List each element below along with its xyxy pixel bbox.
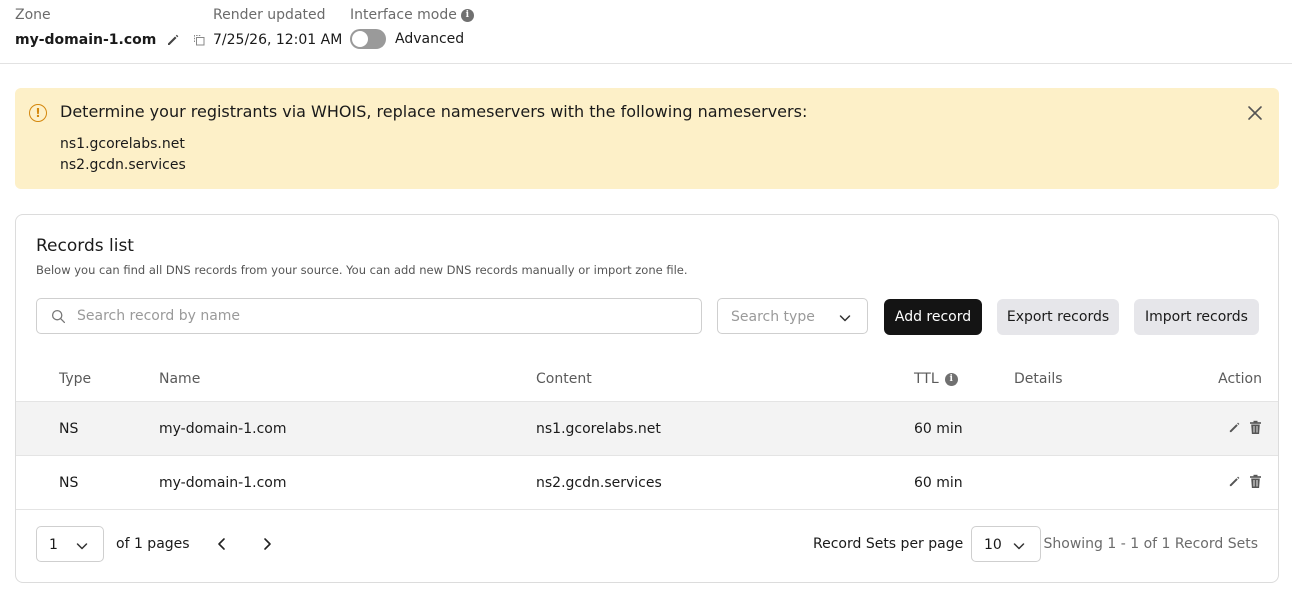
edit-icon[interactable] <box>1228 475 1241 488</box>
chevron-down-icon <box>75 538 89 557</box>
info-icon[interactable]: i <box>944 372 958 386</box>
add-record-button[interactable]: Add record <box>884 299 982 335</box>
record-type: NS <box>59 421 79 437</box>
table-row: NS my-domain-1.com ns1.gcorelabs.net 60 … <box>16 401 1278 455</box>
mode-block: Interface mode i Advanced <box>350 6 474 49</box>
trash-icon[interactable] <box>1249 474 1262 489</box>
page-select-value: 1 <box>49 537 58 553</box>
zone-name: my-domain-1.com <box>15 32 157 48</box>
records-title: Records list <box>36 236 134 256</box>
search-type-select[interactable]: Search type <box>717 298 868 334</box>
column-header-details: Details <box>1014 371 1063 387</box>
records-subtitle: Below you can find all DNS records from … <box>36 263 688 277</box>
chevron-down-icon <box>838 310 852 329</box>
nameserver-warning-banner: ! Determine your registrants via WHOIS, … <box>15 88 1279 189</box>
record-content: ns1.gcorelabs.net <box>536 421 661 437</box>
column-header-ttl: TTL i <box>914 370 958 388</box>
mode-value: Advanced <box>395 31 465 47</box>
column-header-name: Name <box>159 371 201 387</box>
per-page-label: Record Sets per page <box>813 536 964 552</box>
search-icon <box>51 309 66 328</box>
info-icon[interactable]: i <box>460 8 474 22</box>
warning-icon: ! <box>29 104 47 122</box>
edit-icon[interactable] <box>166 33 180 47</box>
showing-summary: Showing 1 - 1 of 1 Record Sets <box>1043 536 1259 552</box>
import-records-button[interactable]: Import records <box>1134 299 1259 335</box>
interface-mode-toggle[interactable] <box>350 29 386 49</box>
toggle-knob <box>352 31 368 47</box>
render-label: Render updated <box>213 7 326 23</box>
record-name: my-domain-1.com <box>159 421 287 437</box>
export-records-button[interactable]: Export records <box>997 299 1119 335</box>
close-icon[interactable] <box>1245 103 1265 123</box>
table-footer-divider <box>16 509 1278 510</box>
ttl-header-label: TTL <box>914 371 939 387</box>
record-ttl: 60 min <box>914 475 963 491</box>
edit-icon[interactable] <box>1228 421 1241 434</box>
column-header-type: Type <box>59 371 92 387</box>
render-block: Render updated 7/25/26, 12:01 AM <box>213 6 342 49</box>
render-value: 7/25/26, 12:01 AM <box>213 32 343 48</box>
column-header-action: Action <box>1218 371 1262 387</box>
per-page-select[interactable]: 10 <box>971 526 1041 562</box>
search-type-placeholder: Search type <box>731 309 815 325</box>
zone-header: Zone my-domain-1.com Render updated 7/25… <box>0 0 1292 64</box>
record-name: my-domain-1.com <box>159 475 287 491</box>
copy-icon[interactable] <box>192 33 206 47</box>
record-type: NS <box>59 475 79 491</box>
zone-label: Zone <box>15 7 51 23</box>
page-select[interactable]: 1 <box>36 526 104 562</box>
chevron-left-icon[interactable] <box>214 536 230 552</box>
column-header-content: Content <box>536 371 592 387</box>
per-page-value: 10 <box>984 537 1002 553</box>
records-card: Records list Below you can find all DNS … <box>15 214 1279 583</box>
table-row: NS my-domain-1.com ns2.gcdn.services 60 … <box>16 455 1278 509</box>
nameserver-1: ns1.gcorelabs.net <box>60 136 185 152</box>
chevron-down-icon <box>1012 538 1026 557</box>
record-content: ns2.gcdn.services <box>536 475 662 491</box>
mode-label: Interface mode <box>350 7 457 23</box>
zone-block: Zone my-domain-1.com <box>15 6 206 49</box>
page-count: of 1 pages <box>116 536 190 552</box>
record-ttl: 60 min <box>914 421 963 437</box>
record-search-box <box>36 298 702 334</box>
search-record-input[interactable] <box>77 299 677 333</box>
nameserver-2: ns2.gcdn.services <box>60 157 186 173</box>
trash-icon[interactable] <box>1249 420 1262 435</box>
chevron-right-icon[interactable] <box>259 536 275 552</box>
banner-message: Determine your registrants via WHOIS, re… <box>60 102 808 121</box>
